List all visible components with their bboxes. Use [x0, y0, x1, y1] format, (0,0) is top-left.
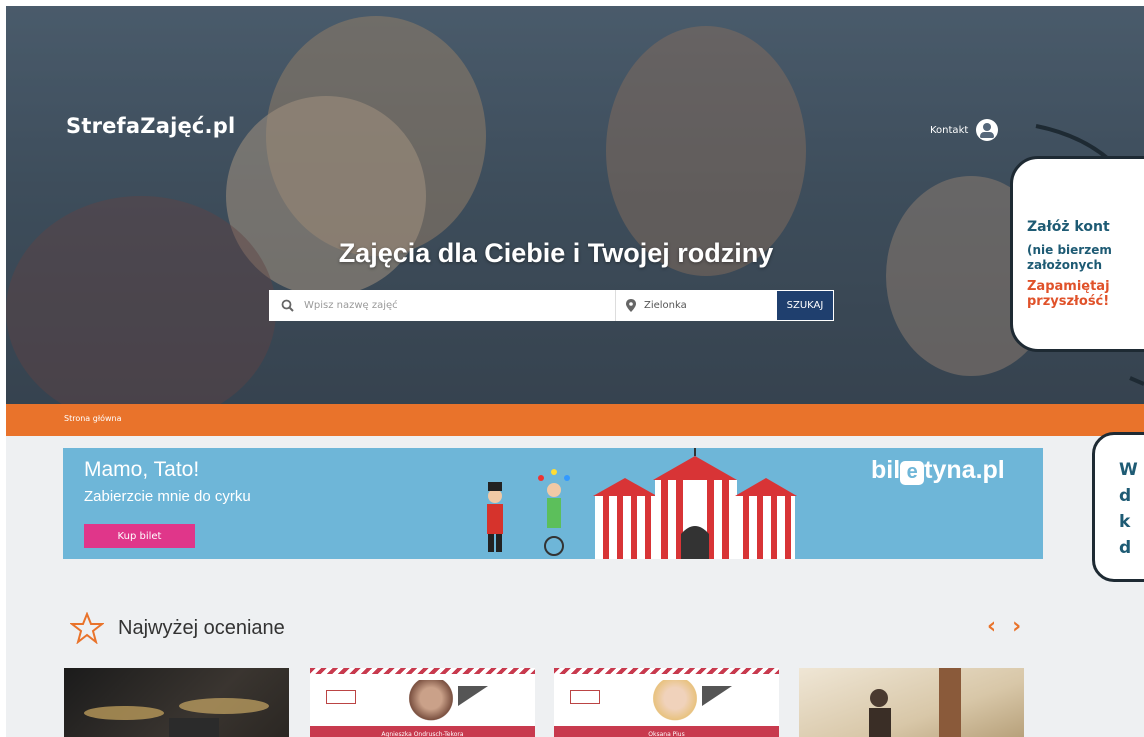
ad-banner[interactable]: Mamo, Tato! Zabierzcie mnie do cyrku Kup…	[63, 448, 1043, 559]
ringmaster-figure	[487, 482, 503, 552]
activity-card[interactable]	[64, 668, 289, 737]
annotation-arrow	[1035, 124, 1144, 386]
chevron-left-icon[interactable]: ‹	[987, 614, 996, 639]
card-photo-drums	[84, 698, 269, 737]
annotation-line: (nie bierzem	[1027, 243, 1112, 257]
card-portrait	[408, 680, 454, 726]
activity-card[interactable]: Oksana Pius	[554, 668, 779, 737]
banner-subline: Zabierzcie mnie do cyrku	[84, 488, 251, 505]
card-portrait	[652, 680, 698, 726]
card-decoration	[702, 686, 732, 706]
buy-ticket-button[interactable]: Kup bilet	[84, 524, 195, 548]
activity-card[interactable]	[799, 668, 1024, 737]
tent-center	[653, 448, 737, 559]
page: StrefaZajęć.pl Kontakt Zajęcia dla Ciebi…	[6, 6, 1144, 737]
top-rated-header: Najwyżej oceniane	[70, 612, 285, 644]
banner-headline: Mamo, Tato!	[84, 458, 200, 481]
annotation-title: Załóż kont	[1027, 219, 1110, 235]
biletyna-logo: bil e tyna.pl	[871, 456, 1005, 485]
annotation-warning: przyszłość!	[1027, 294, 1110, 309]
hero-section: StrefaZajęć.pl Kontakt Zajęcia dla Ciebi…	[6, 6, 1144, 404]
card-decoration	[458, 686, 488, 706]
tent-right	[735, 478, 797, 559]
card-border	[554, 668, 779, 674]
card-name: Oksana Pius	[554, 726, 779, 737]
annotation-warning: Zapamiętaj	[1027, 279, 1110, 294]
annotation-line: założonych	[1027, 258, 1103, 272]
annotation-letter: d	[1119, 486, 1132, 506]
card-border	[310, 668, 535, 674]
card-photo-workout	[869, 668, 961, 737]
clown-figure	[538, 469, 570, 556]
breadcrumb: Strona główna	[6, 404, 1144, 436]
card-school-logo	[326, 690, 356, 704]
activity-card[interactable]: Agnieszka Ondrusch-Tekora	[310, 668, 535, 737]
annotation-bubble-account: Załóż kont (nie bierzem założonych Zapam…	[1010, 156, 1144, 352]
annotation-letter: k	[1119, 512, 1131, 532]
star-icon	[70, 612, 104, 644]
card-name: Agnieszka Ondrusch-Tekora	[310, 726, 535, 737]
breadcrumb-home[interactable]: Strona główna	[64, 414, 122, 423]
annotation-letter: W	[1119, 460, 1138, 480]
annotation-bubble-2: W d k d	[1092, 432, 1144, 582]
tent-left	[593, 478, 657, 559]
chevron-right-icon[interactable]: ›	[1012, 614, 1021, 639]
card-school-logo	[570, 690, 600, 704]
annotation-letter: d	[1119, 538, 1132, 558]
carousel-arrows: ‹ ›	[987, 614, 1021, 639]
section-title: Najwyżej oceniane	[118, 616, 285, 639]
